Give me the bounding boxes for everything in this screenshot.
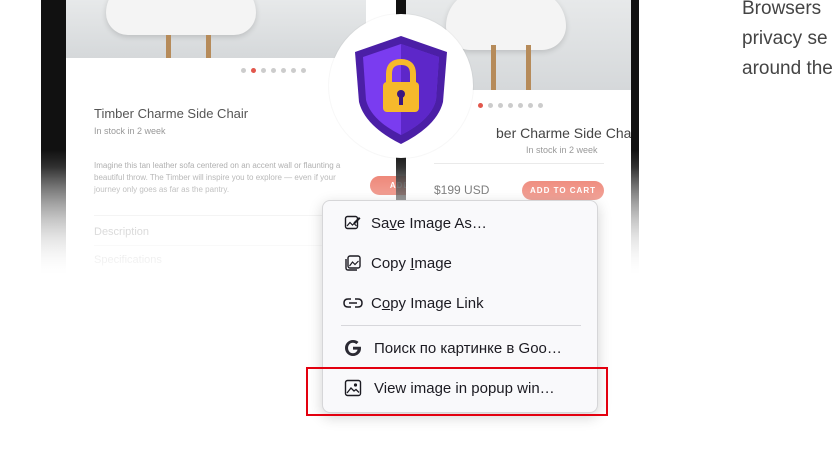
product-photo-left: [66, 0, 366, 58]
article-line: Browsers: [742, 0, 822, 19]
tab-description[interactable]: Description: [94, 226, 149, 238]
carousel-dot[interactable]: [488, 103, 493, 108]
menu-item-save-image-as[interactable]: Save Image As…: [323, 206, 597, 240]
chair-seat: [106, 0, 256, 35]
product-title: ber Charme Side Chair: [496, 125, 639, 141]
carousel-dot[interactable]: [271, 68, 276, 73]
menu-item-label: Copy Image: [371, 254, 452, 272]
product-stock: In stock in 2 week: [526, 145, 598, 155]
carousel-dot[interactable]: [518, 103, 523, 108]
menu-item-label: Copy Image Link: [371, 294, 484, 312]
chair-leg: [526, 45, 531, 90]
menu-item-label: Поиск по картинке в Goo…: [374, 339, 562, 357]
tab-specifications[interactable]: Specifications: [94, 254, 162, 266]
product-stock: In stock in 2 week: [94, 126, 166, 136]
carousel-dot[interactable]: [508, 103, 513, 108]
image-edge: [41, 0, 66, 278]
divider: [94, 245, 354, 246]
carousel-dot[interactable]: [528, 103, 533, 108]
carousel-dot[interactable]: [241, 68, 246, 73]
product-title: Timber Charme Side Chair: [94, 106, 249, 121]
carousel-dot-active[interactable]: [478, 103, 483, 108]
link-icon: [343, 293, 363, 313]
shield-lock-icon: [355, 36, 447, 144]
divider: [434, 163, 604, 164]
carousel-dot[interactable]: [538, 103, 543, 108]
product-description: Imagine this tan leather sofa centered o…: [94, 161, 341, 194]
menu-item-copy-image[interactable]: Copy Image: [323, 246, 597, 280]
add-to-cart-button[interactable]: ADD TO CART: [522, 181, 604, 200]
carousel-dot[interactable]: [498, 103, 503, 108]
product-card-left: Timber Charme Side Chair In stock in 2 w…: [66, 0, 430, 278]
highlight-annotation-box: [306, 367, 608, 416]
save-image-icon: [343, 213, 363, 233]
chair-leg: [206, 35, 211, 58]
google-icon: [343, 338, 363, 358]
menu-separator: [341, 325, 581, 326]
article-line: around the: [742, 58, 833, 79]
carousel-dot-active[interactable]: [251, 68, 256, 73]
article-text: Browsers privacy se around the: [742, 0, 833, 84]
product-price: $199 USD: [434, 183, 490, 197]
image-edge: [631, 0, 639, 278]
copy-image-icon: [343, 253, 363, 273]
chair-leg: [491, 45, 496, 90]
security-shield-badge: [329, 14, 473, 158]
carousel-dot[interactable]: [261, 68, 266, 73]
carousel-dot[interactable]: [301, 68, 306, 73]
carousel-dot[interactable]: [291, 68, 296, 73]
article-line: privacy se: [742, 28, 828, 49]
carousel-dot[interactable]: [281, 68, 286, 73]
menu-item-label: Save Image As…: [371, 214, 487, 232]
menu-item-copy-image-link[interactable]: Copy Image Link: [323, 286, 597, 320]
chair-leg: [166, 35, 171, 58]
divider: [94, 215, 354, 216]
menu-item-google-image-search[interactable]: Поиск по картинке в Goo…: [323, 331, 597, 365]
carousel-dots[interactable]: [478, 103, 543, 108]
carousel-dots[interactable]: [241, 68, 306, 73]
